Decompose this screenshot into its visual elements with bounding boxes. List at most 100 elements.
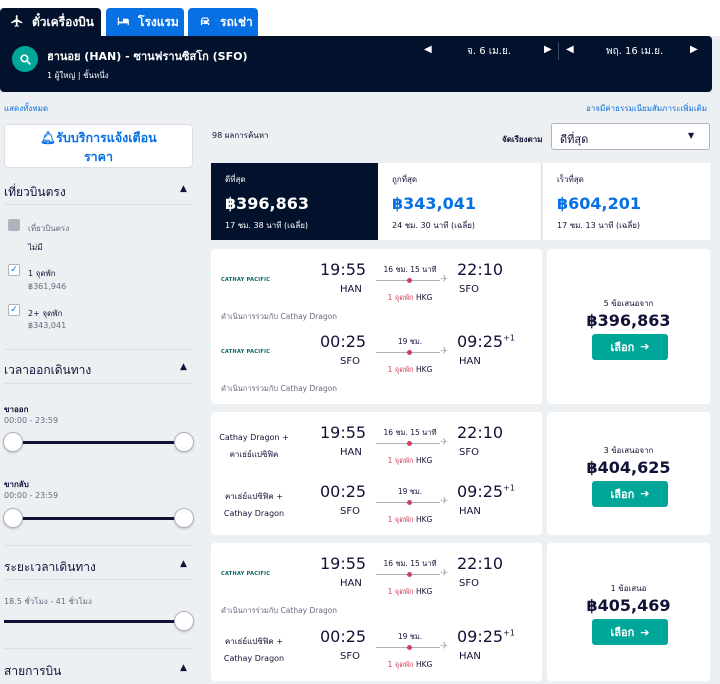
- tab-label: โรงแรม: [138, 14, 179, 29]
- departure-time: 00:25: [320, 332, 367, 351]
- slider-handle[interactable]: [174, 611, 194, 631]
- divider: [4, 545, 193, 546]
- divider: [4, 579, 193, 580]
- airline-name: Cathay Dragon + คาเธ่ย์แปซิฟิค: [209, 429, 299, 463]
- outbound-label: ขาออก: [4, 405, 29, 414]
- select-button-label: เลือก: [610, 340, 635, 354]
- airline-name-line: คาเธ่ย์แปซิฟิค: [229, 450, 279, 459]
- filter-option-label: 1 จุดพัก: [28, 269, 56, 278]
- chevron-right-icon[interactable]: ▶: [690, 44, 698, 55]
- stop-count: 1 จุดพัก: [387, 293, 414, 302]
- filter-option-price: ฿361,946: [28, 282, 67, 291]
- chevron-left-icon[interactable]: ◀: [424, 44, 432, 55]
- departure-airport: SFO: [340, 356, 360, 367]
- select-button[interactable]: เลือก ➔: [592, 480, 668, 507]
- passenger-info: 1 ผู้ใหญ่ | ชั้นหนึ่ง: [47, 71, 109, 80]
- airline-name-line: คาเธ่ย์แปซิฟิค +: [224, 492, 284, 501]
- summary-price: ฿396,863: [225, 194, 310, 213]
- tab-car-hire[interactable]: รถเช่า: [188, 8, 258, 36]
- summary-tab-fastest[interactable]: เร็วที่สุด ฿604,201 17 ชม. 13 นาที (เฉลี…: [543, 163, 710, 240]
- stop-dot: [407, 350, 412, 355]
- stop-airport: HKG: [415, 587, 433, 596]
- operated-by-note: ดำเนินการร่วมกับ Cathay Dragon: [221, 384, 338, 393]
- slider-handle[interactable]: [174, 432, 194, 452]
- select-button[interactable]: เลือก ➔: [592, 619, 668, 645]
- arrival-airport: SFO: [459, 447, 479, 458]
- search-icon[interactable]: [12, 46, 38, 72]
- tab-hotels[interactable]: โรงแรม: [106, 8, 184, 36]
- checkbox-two-stops[interactable]: ✓: [8, 304, 20, 316]
- return-date[interactable]: พฤ. 16 เม.ย.: [606, 44, 663, 59]
- search-summary-bar[interactable]: ฮานอย (HAN) - ซานฟรานซิสโก (SFO) 1 ผู้ให…: [0, 36, 712, 92]
- summary-tab-cheapest[interactable]: ถูกที่สุด ฿343,041 24 ชม. 30 นาที (เฉลี่…: [378, 163, 542, 240]
- summary-duration: 17 ชม. 38 นาที (เฉลี่ย): [225, 221, 309, 230]
- stop-count: 1 จุดพัก: [387, 456, 414, 465]
- filter-option-price: ฿343,041: [28, 321, 67, 330]
- departure-airport: HAN: [340, 284, 362, 295]
- plane-icon: ✈: [440, 641, 449, 652]
- tab-flights[interactable]: ตั๋วเครื่องบิน: [0, 8, 101, 36]
- departure-time: 00:25: [320, 482, 367, 501]
- departure-airport: HAN: [340, 578, 362, 589]
- show-all-link[interactable]: แสดงทั้งหมด: [4, 102, 48, 115]
- checkbox-one-stop[interactable]: ✓: [8, 264, 20, 276]
- arrival-airport: SFO: [459, 284, 479, 295]
- arrow-right-icon: ➔: [640, 487, 650, 500]
- sort-select[interactable]: ดีที่สุด: [551, 123, 710, 150]
- car-icon: [198, 14, 212, 31]
- divider: [4, 349, 193, 350]
- flight-duration: 19 ชม.: [397, 632, 423, 641]
- checkbox-direct: [8, 219, 20, 231]
- slider-handle[interactable]: [3, 432, 23, 452]
- outbound-slider-track: [12, 441, 184, 444]
- arrival-time-value: 09:25: [457, 627, 504, 646]
- arrow-right-icon: ➔: [640, 340, 650, 353]
- deals-count: 5 ข้อเสนอจาก: [603, 298, 654, 308]
- arrival-time-value: 22:10: [457, 260, 504, 279]
- stop-count: 1 จุดพัก: [387, 515, 414, 524]
- summary-tab-best[interactable]: ดีที่สุด ฿396,863 17 ชม. 38 นาที (เฉลี่ย…: [211, 163, 378, 240]
- departure-time: 19:55: [320, 423, 367, 442]
- price-alert-button[interactable]: 🔔︎รับบริการแจ้งเตือน ราคา: [4, 124, 193, 168]
- chevron-right-icon[interactable]: ▶: [544, 44, 552, 55]
- tab-label: ตั๋วเครื่องบิน: [32, 14, 94, 29]
- price-panel: 5 ข้อเสนอจาก ฿396,863 เลือก ➔: [547, 249, 710, 404]
- flight-duration: 19 ชม.: [397, 337, 423, 346]
- arrival-airport: HAN: [459, 651, 481, 662]
- divider: [4, 648, 193, 649]
- arrival-airport: HAN: [459, 506, 481, 517]
- plane-icon: ✈: [440, 496, 449, 507]
- select-button[interactable]: เลือก ➔: [592, 333, 668, 360]
- deals-count: 1 ข้อเสนอ: [610, 584, 647, 593]
- chevron-up-icon[interactable]: ▲: [180, 362, 187, 372]
- day-offset: +1: [503, 333, 515, 343]
- slider-handle[interactable]: [174, 508, 194, 528]
- plane-icon: ✈: [440, 346, 449, 357]
- chevron-left-icon[interactable]: ◀: [566, 44, 574, 55]
- stop-dot: [407, 645, 412, 650]
- stop-info: 1 จุดพัก HKG: [375, 364, 445, 376]
- departure-airport: SFO: [340, 506, 360, 517]
- flight-card[interactable]: CATHAY PACIFIC 19:55 HAN 16 ชม. 15 นาที ✈ 1 จ…: [211, 543, 542, 681]
- arrival-time-value: 22:10: [457, 554, 504, 573]
- divider: [558, 42, 559, 60]
- depart-date[interactable]: จ. 6 เม.ย.: [467, 44, 511, 59]
- airline-logo: CATHAY PACIFIC: [221, 277, 271, 283]
- tab-label: รถเช่า: [220, 14, 253, 29]
- stop-airport: HKG: [415, 660, 433, 669]
- divider: [4, 204, 193, 205]
- departure-time: 19:55: [320, 260, 367, 279]
- divider: [4, 383, 193, 384]
- operated-by-note: ดำเนินการร่วมกับ Cathay Dragon: [221, 312, 338, 321]
- deals-count: 3 ข้อเสนอจาก: [603, 445, 654, 455]
- flight-card[interactable]: CATHAY PACIFIC 19:55 HAN 16 ชม. 15 นาที ✈ 1 จ…: [211, 249, 542, 404]
- baggage-fees-link[interactable]: อาจมีค่าธรรมเนียมสัมภาระเพิ่มเติม: [586, 102, 707, 115]
- duration-title: ระยะเวลาเดินทาง: [4, 560, 96, 574]
- chevron-up-icon[interactable]: ▲: [180, 184, 187, 194]
- stop-info: 1 จุดพัก HKG: [375, 455, 445, 467]
- chevron-up-icon[interactable]: ▲: [180, 559, 187, 569]
- flight-card[interactable]: Cathay Dragon + คาเธ่ย์แปซิฟิค 19:55 HAN 16 …: [211, 412, 542, 535]
- return-slider-track: [12, 517, 184, 520]
- slider-handle[interactable]: [3, 508, 23, 528]
- chevron-up-icon[interactable]: ▲: [180, 663, 187, 673]
